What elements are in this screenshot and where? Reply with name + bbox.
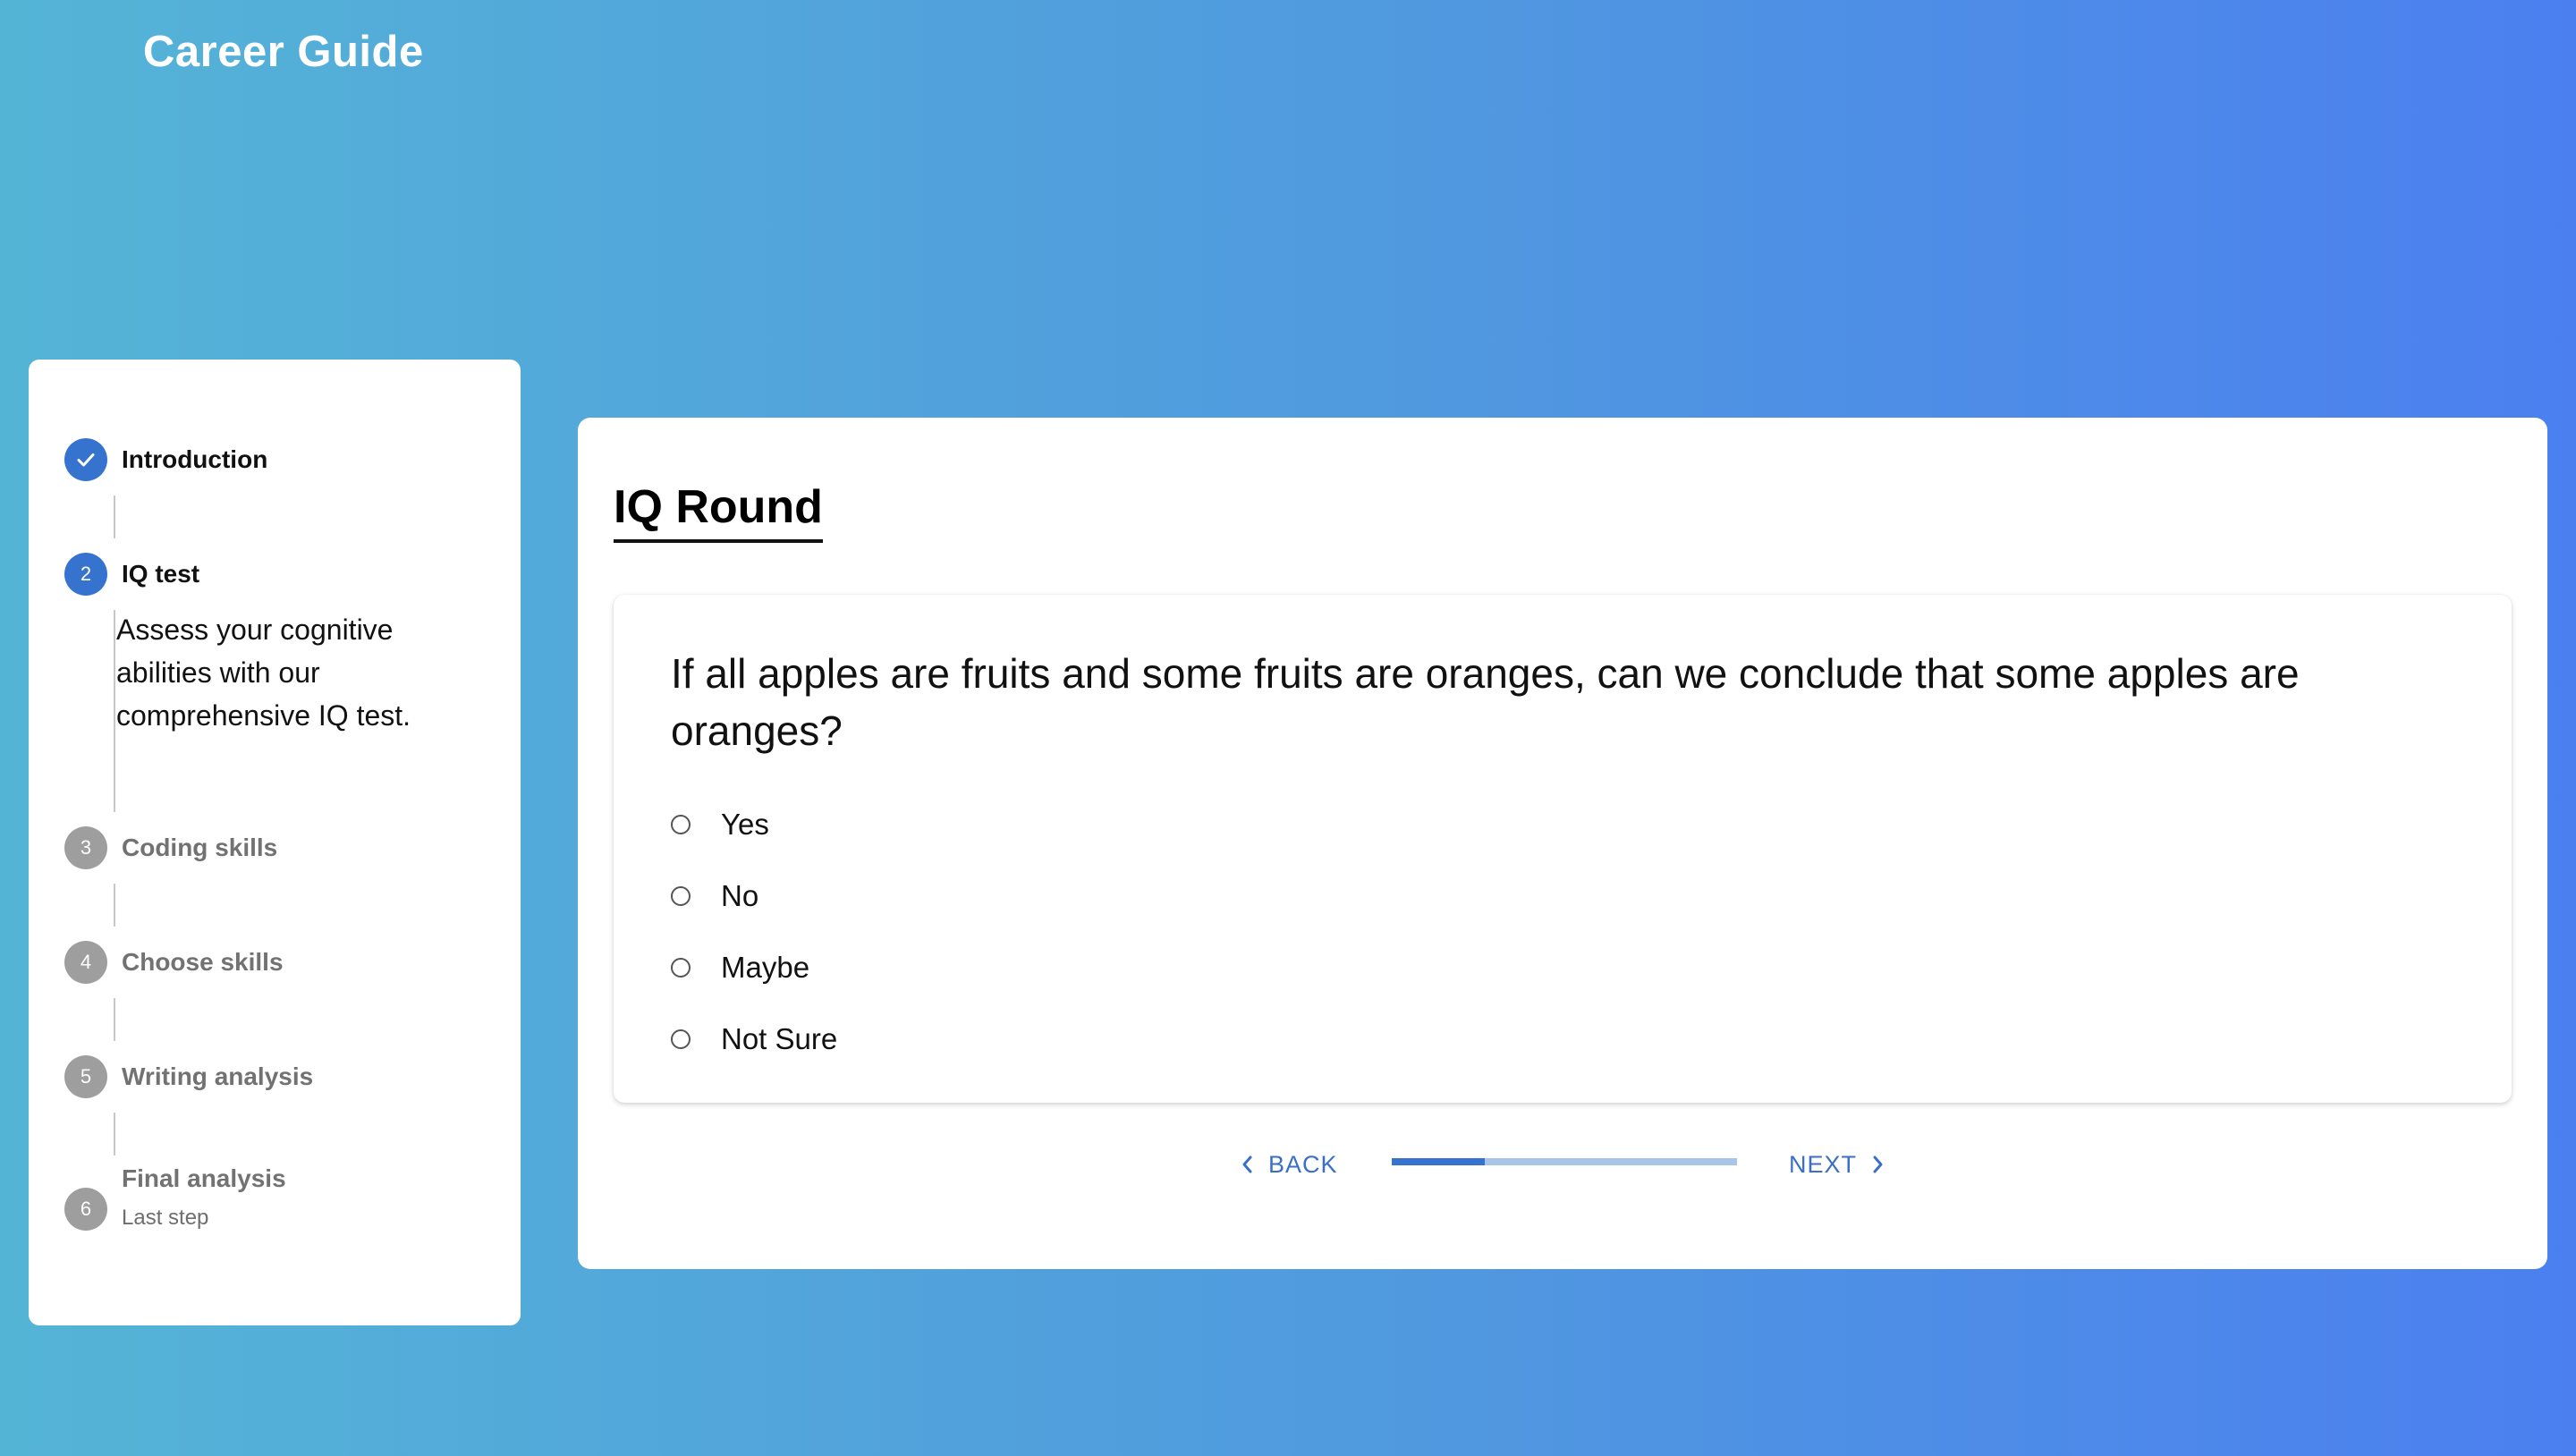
step-connector: [114, 495, 115, 538]
option-not-sure[interactable]: Not Sure: [671, 1022, 837, 1056]
step-label: IQ test: [122, 560, 200, 588]
step-connector: [114, 998, 115, 1041]
option-label: Maybe: [721, 951, 810, 984]
chevron-right-icon: [1868, 1152, 1887, 1177]
step-label: Introduction: [122, 445, 268, 473]
progress-bar: [1392, 1158, 1737, 1165]
step-number-badge: 2: [64, 553, 107, 596]
chevron-left-icon: [1238, 1152, 1258, 1177]
question-card: If all apples are fruits and some fruits…: [614, 595, 2512, 1103]
next-label: NEXT: [1789, 1150, 1858, 1178]
radio-button[interactable]: [671, 886, 691, 906]
question-text: If all apples are fruits and some fruits…: [671, 650, 2300, 754]
option-no[interactable]: No: [671, 879, 758, 913]
option-label: Yes: [721, 808, 769, 841]
radio-button[interactable]: [671, 1029, 691, 1049]
option-yes[interactable]: Yes: [671, 808, 769, 842]
option-label: No: [721, 879, 759, 912]
step-label: Final analysis: [122, 1164, 286, 1192]
step-connector: [114, 884, 115, 927]
back-label: BACK: [1268, 1150, 1338, 1178]
stepper-sidebar: Introduction 2 IQ test Assess your cogni…: [29, 360, 521, 1325]
step-number-badge: 6: [64, 1188, 107, 1231]
step-label: Coding skills: [122, 834, 278, 861]
step-description: Assess your cognitive abilities with our…: [116, 614, 411, 732]
option-maybe[interactable]: Maybe: [671, 951, 809, 985]
check-icon: [64, 438, 107, 481]
round-title: IQ Round: [614, 480, 823, 543]
app-title: Career Guide: [143, 28, 424, 76]
next-button[interactable]: NEXT: [1789, 1142, 1887, 1187]
step-label: Writing analysis: [122, 1062, 314, 1090]
radio-button[interactable]: [671, 815, 691, 834]
step-number-badge: 4: [64, 941, 107, 984]
option-label: Not Sure: [721, 1022, 838, 1055]
quiz-card: IQ Round If all apples are fruits and so…: [578, 418, 2547, 1269]
step-label: Choose skills: [122, 948, 284, 976]
progress-fill: [1392, 1158, 1486, 1165]
back-button[interactable]: BACK: [1238, 1142, 1338, 1187]
step-connector: [114, 610, 115, 812]
step-sublabel: Last step: [122, 1206, 209, 1230]
radio-button[interactable]: [671, 958, 691, 978]
step-number-badge: 3: [64, 826, 107, 869]
step-connector: [114, 1113, 115, 1155]
step-number-badge: 5: [64, 1055, 107, 1098]
